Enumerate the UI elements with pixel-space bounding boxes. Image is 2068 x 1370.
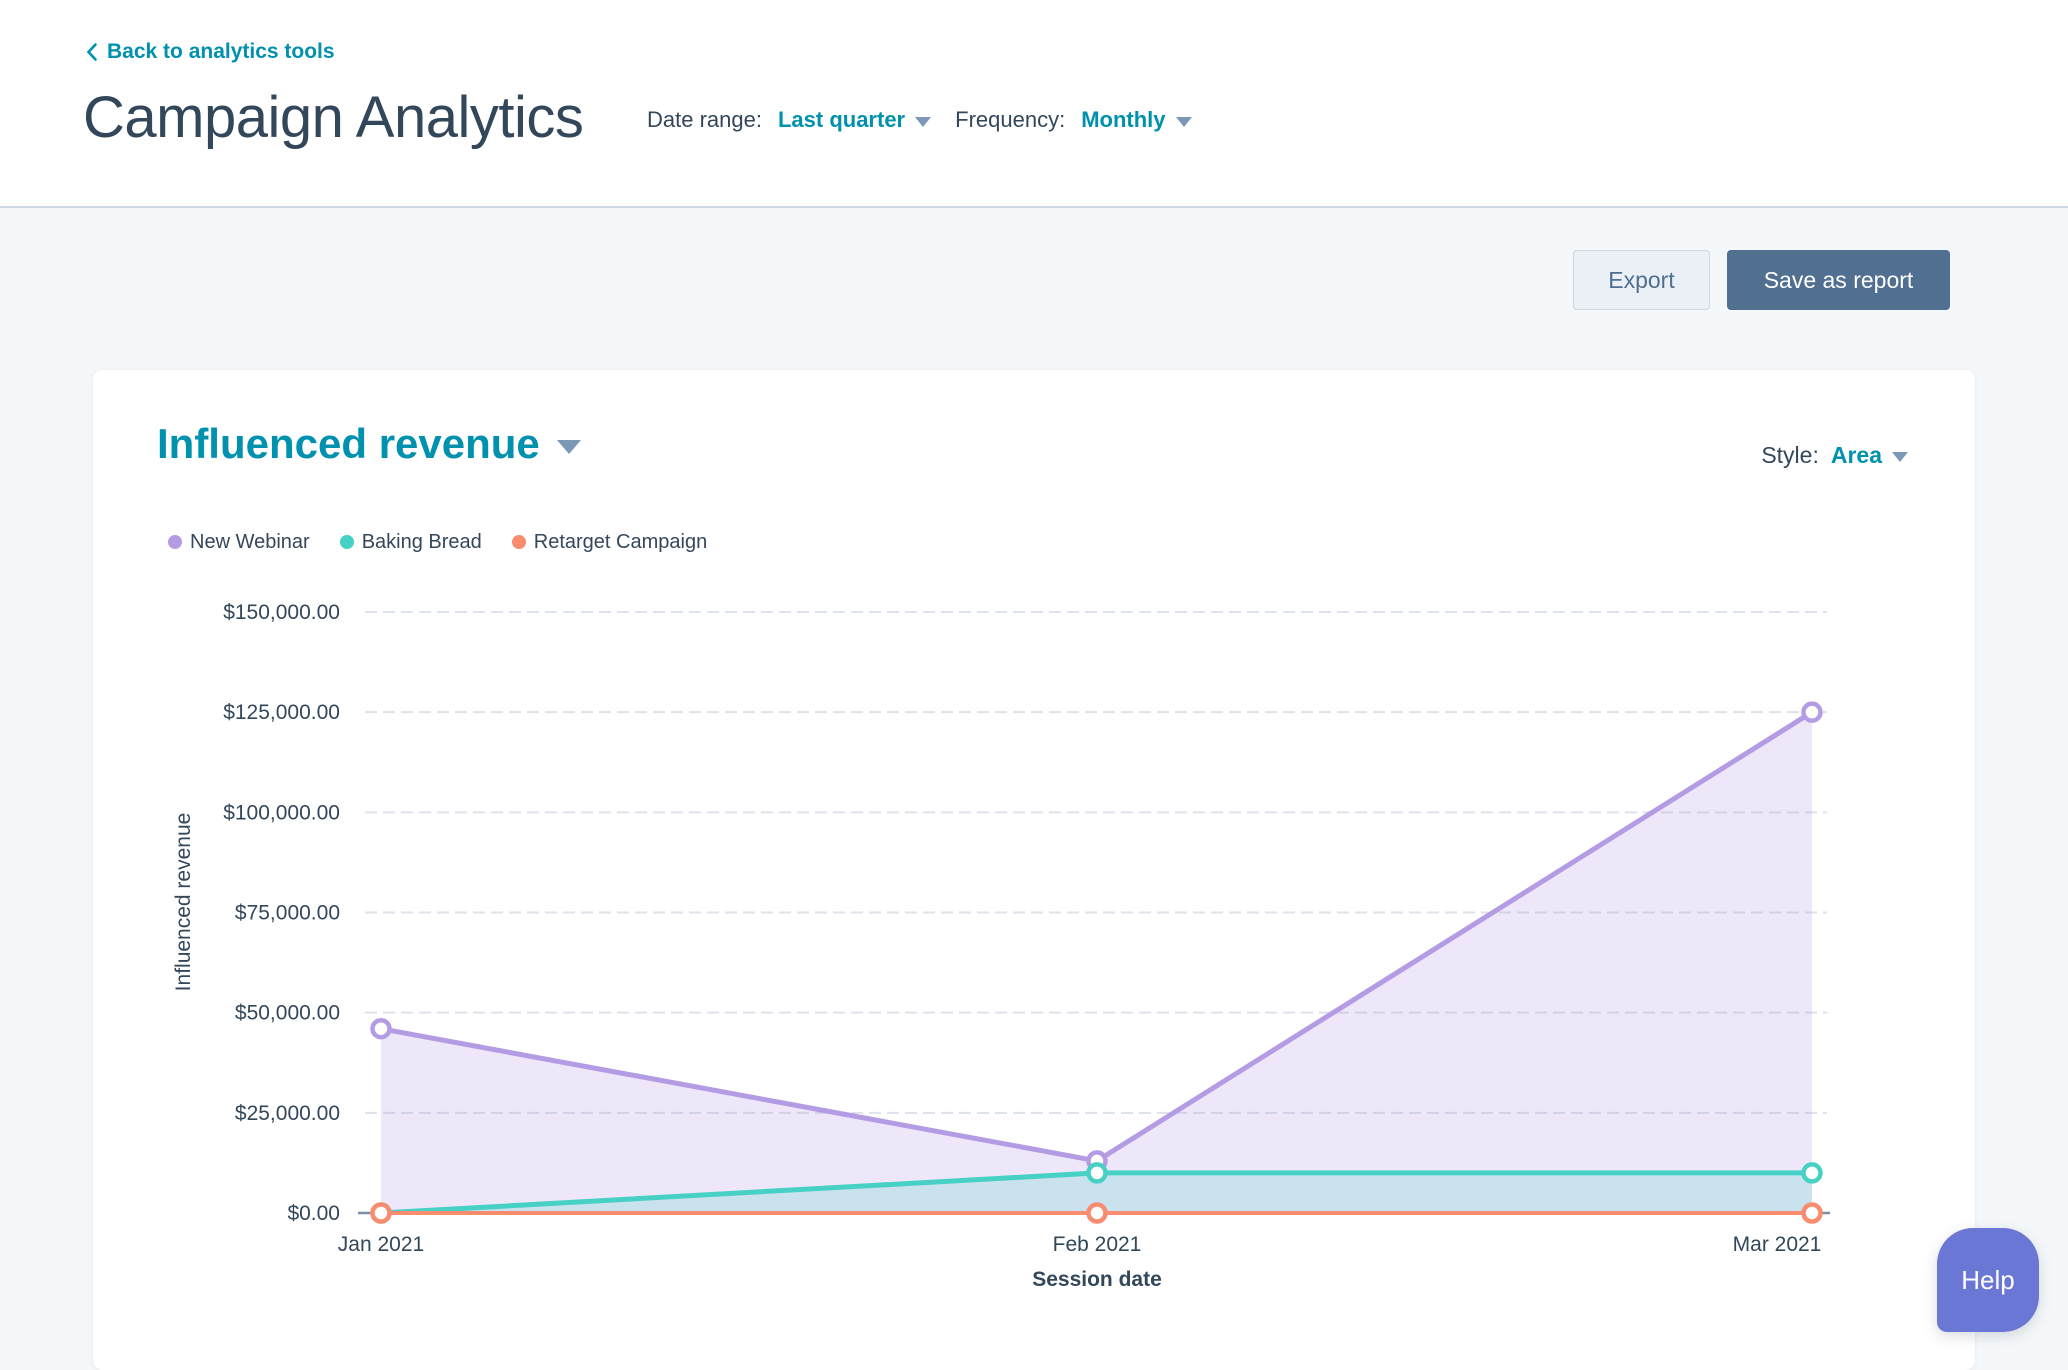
export-button[interactable]: Export: [1573, 250, 1710, 310]
data-point[interactable]: [1804, 1164, 1821, 1181]
date-range-label: Date range:: [647, 107, 762, 133]
caret-down-icon: [1176, 117, 1192, 127]
x-axis-tick-label: Jan 2021: [338, 1233, 424, 1256]
y-axis-tick-label: $100,000.00: [223, 801, 340, 824]
x-axis-title: Session date: [1032, 1268, 1162, 1291]
frequency-label: Frequency:: [955, 107, 1065, 133]
y-axis-tick-label: $150,000.00: [223, 601, 340, 624]
help-button[interactable]: Help: [1937, 1228, 2039, 1332]
data-point[interactable]: [1089, 1164, 1106, 1181]
data-point[interactable]: [1089, 1205, 1106, 1222]
data-point[interactable]: [1804, 1205, 1821, 1222]
y-axis-tick-label: $125,000.00: [223, 701, 340, 724]
area-chart: $0.00 $25,000.00 $50,000.00 $75,000.00 $100,…: [93, 370, 1975, 1370]
caret-down-icon: [915, 117, 931, 127]
report-card: Influenced revenue Style: Area New Webin…: [93, 370, 1975, 1370]
page-title: Campaign Analytics: [83, 84, 583, 151]
y-axis-title: Influenced revenue: [172, 813, 195, 992]
frequency-value: Monthly: [1081, 107, 1165, 133]
frequency-select[interactable]: Monthly: [1081, 107, 1191, 133]
report-filters: Date range: Last quarter Frequency: Mont…: [647, 103, 1192, 137]
x-axis-tick-label: Feb 2021: [1053, 1233, 1142, 1256]
page-header: Back to analytics tools Campaign Analyti…: [0, 0, 2068, 208]
date-range-value: Last quarter: [778, 107, 905, 133]
data-point[interactable]: [373, 1020, 390, 1037]
y-axis-tick-label: $25,000.00: [235, 1102, 340, 1125]
data-point[interactable]: [1804, 704, 1821, 721]
area-fill: [381, 712, 1812, 1213]
data-point[interactable]: [373, 1205, 390, 1222]
save-as-report-button[interactable]: Save as report: [1727, 250, 1950, 310]
y-axis-tick-label: $0.00: [287, 1202, 340, 1225]
back-link[interactable]: Back to analytics tools: [85, 40, 335, 64]
y-axis-tick-label: $50,000.00: [235, 1002, 340, 1025]
chevron-left-icon: [85, 42, 98, 62]
back-link-label: Back to analytics tools: [107, 40, 335, 64]
y-axis-tick-label: $75,000.00: [235, 902, 340, 925]
x-axis-tick-label: Mar 2021: [1733, 1233, 1822, 1256]
date-range-select[interactable]: Last quarter: [778, 107, 931, 133]
